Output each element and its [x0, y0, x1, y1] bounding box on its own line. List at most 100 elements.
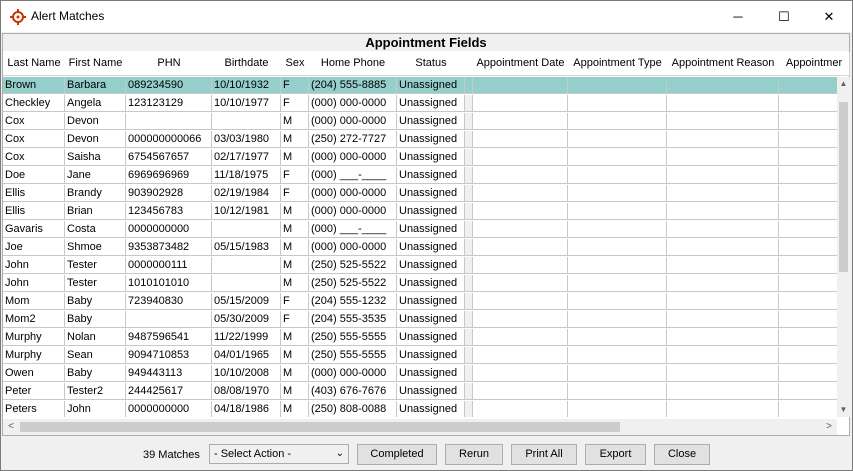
table-cell: John: [3, 275, 65, 292]
export-button[interactable]: Export: [585, 444, 646, 465]
table-cell: [667, 113, 779, 130]
table-cell: 0000000000: [126, 401, 212, 417]
table-cell: (000) 000-0000: [309, 239, 397, 256]
chevron-down-icon: ⌄: [335, 448, 344, 459]
column-header[interactable]: Sex: [281, 52, 310, 76]
maximize-button[interactable]: ☐: [761, 1, 807, 32]
table-cell: (000) ___-____: [309, 167, 397, 184]
table-cell: (204) 555-3535: [309, 311, 397, 328]
column-header[interactable]: First Name: [65, 52, 127, 76]
table-row[interactable]: Owen Baby 949443113 10/10/2008 M (000) 000-00…: [3, 365, 837, 383]
table-cell: Cox: [3, 113, 65, 130]
table-cell: [568, 257, 667, 274]
table-cell: M: [281, 239, 309, 256]
scroll-left-icon[interactable]: <: [3, 419, 19, 435]
target-icon: [10, 9, 26, 25]
minimize-button[interactable]: ─: [715, 1, 761, 32]
table-cell: [212, 275, 281, 292]
column-header[interactable]: Birthdate: [212, 52, 282, 76]
table-cell: Brian: [65, 203, 126, 220]
table-cell: [779, 113, 837, 130]
column-header[interactable]: Appointment Type: [568, 52, 668, 76]
table-cell: (250) 808-0088: [309, 401, 397, 417]
table-cell: [568, 275, 667, 292]
table-cell: [473, 329, 568, 346]
table-row[interactable]: Peter Tester2 244425617 08/08/1970 M (403) 67…: [3, 383, 837, 401]
table-cell: Unassigned: [397, 365, 465, 382]
table-row[interactable]: Brown Barbara 089234590 10/10/1932 F (204) 55…: [3, 77, 837, 95]
close-button[interactable]: Close: [654, 444, 710, 465]
table-cell: Sean: [65, 347, 126, 364]
alert-matches-window: Alert Matches ─ ☐ ✕ Appointment Fields L…: [0, 0, 853, 471]
column-header[interactable]: Appointmer: [779, 52, 850, 76]
table-row[interactable]: John Tester 1010101010 M (250) 525-5522 Unass…: [3, 275, 837, 293]
table-cell: Unassigned: [397, 293, 465, 310]
table-cell: [568, 131, 667, 148]
table-cell: [465, 401, 473, 417]
action-select[interactable]: - Select Action - ⌄: [209, 444, 349, 464]
horizontal-scrollbar[interactable]: < >: [3, 419, 837, 435]
column-header[interactable]: PHN: [126, 52, 213, 76]
vertical-scrollbar[interactable]: ▲ ▼: [837, 77, 850, 417]
vertical-scroll-thumb[interactable]: [839, 102, 848, 272]
table-row[interactable]: Murphy Sean 9094710853 04/01/1965 M (250) 555…: [3, 347, 837, 365]
rerun-button[interactable]: Rerun: [445, 444, 503, 465]
table-cell: 03/03/1980: [212, 131, 281, 148]
table-cell: [667, 131, 779, 148]
table-cell: M: [281, 329, 309, 346]
table-row[interactable]: Ellis Brian 123456783 10/12/1981 M (000) 000-…: [3, 203, 837, 221]
table-row[interactable]: Peters John 0000000000 04/18/1986 M (250) 808…: [3, 401, 837, 417]
table-cell: [568, 95, 667, 112]
horizontal-scroll-thumb[interactable]: [20, 422, 620, 432]
table-cell: 11/22/1999: [212, 329, 281, 346]
scroll-up-icon[interactable]: ▲: [837, 77, 850, 91]
table-row[interactable]: Mom2 Baby 05/30/2009 F (204) 555-3535 Unassig…: [3, 311, 837, 329]
table-row[interactable]: Ellis Brandy 903902928 02/19/1984 F (000) 000…: [3, 185, 837, 203]
table-cell: Devon: [65, 131, 126, 148]
table-cell: [667, 95, 779, 112]
table-cell: M: [281, 131, 309, 148]
table-cell: [568, 203, 667, 220]
table-cell: Unassigned: [397, 275, 465, 292]
column-header[interactable]: Appointment Date: [473, 52, 569, 76]
scroll-right-icon[interactable]: >: [821, 419, 837, 435]
table-cell: [465, 167, 473, 184]
table-row[interactable]: Mom Baby 723940830 05/15/2009 F (204) 555-123…: [3, 293, 837, 311]
action-select-value: - Select Action -: [214, 448, 292, 460]
table-row[interactable]: Cox Saisha 6754567657 02/17/1977 M (000) 000-…: [3, 149, 837, 167]
table-cell: Murphy: [3, 347, 65, 364]
table-row[interactable]: Doe Jane 6969696969 11/18/1975 F (000) ___-__…: [3, 167, 837, 185]
print-all-button[interactable]: Print All: [511, 444, 577, 465]
table-cell: M: [281, 383, 309, 400]
table-cell: [779, 365, 837, 382]
table-cell: Nolan: [65, 329, 126, 346]
table-cell: 123123129: [126, 95, 212, 112]
close-window-button[interactable]: ✕: [806, 1, 852, 32]
table-cell: [667, 401, 779, 417]
table-cell: Owen: [3, 365, 65, 382]
table-cell: [465, 293, 473, 310]
column-header[interactable]: Appointment Reason: [667, 52, 780, 76]
table-cell: (000) 000-0000: [309, 203, 397, 220]
table-cell: Baby: [65, 311, 126, 328]
table-row[interactable]: John Tester 0000000111 M (250) 525-5522 Unass…: [3, 257, 837, 275]
table-cell: [779, 77, 837, 94]
table-cell: (250) 525-5522: [309, 275, 397, 292]
table-cell: [667, 275, 779, 292]
column-header[interactable]: Home Phone: [309, 52, 398, 76]
table-row[interactable]: Gavaris Costa 0000000000 M (000) ___-____ Una…: [3, 221, 837, 239]
completed-button[interactable]: Completed: [357, 444, 437, 465]
column-header[interactable]: Last Name: [3, 52, 66, 76]
table-cell: Unassigned: [397, 203, 465, 220]
table-cell: F: [281, 293, 309, 310]
table-cell: Brandy: [65, 185, 126, 202]
table-cell: Ellis: [3, 185, 65, 202]
table-row[interactable]: Cox Devon 000000000066 03/03/1980 M (250) 272…: [3, 131, 837, 149]
table-cell: Unassigned: [397, 329, 465, 346]
table-row[interactable]: Checkley Angela 123123129 10/10/1977 F (000) …: [3, 95, 837, 113]
table-row[interactable]: Cox Devon M (000) 000-0000 Unassigned: [3, 113, 837, 131]
table-row[interactable]: Murphy Nolan 9487596541 11/22/1999 M (250) 55…: [3, 329, 837, 347]
column-header[interactable]: Status: [397, 52, 466, 76]
table-row[interactable]: Joe Shmoe 9353873482 05/15/1983 M (000) 000-0…: [3, 239, 837, 257]
scroll-down-icon[interactable]: ▼: [837, 403, 850, 417]
